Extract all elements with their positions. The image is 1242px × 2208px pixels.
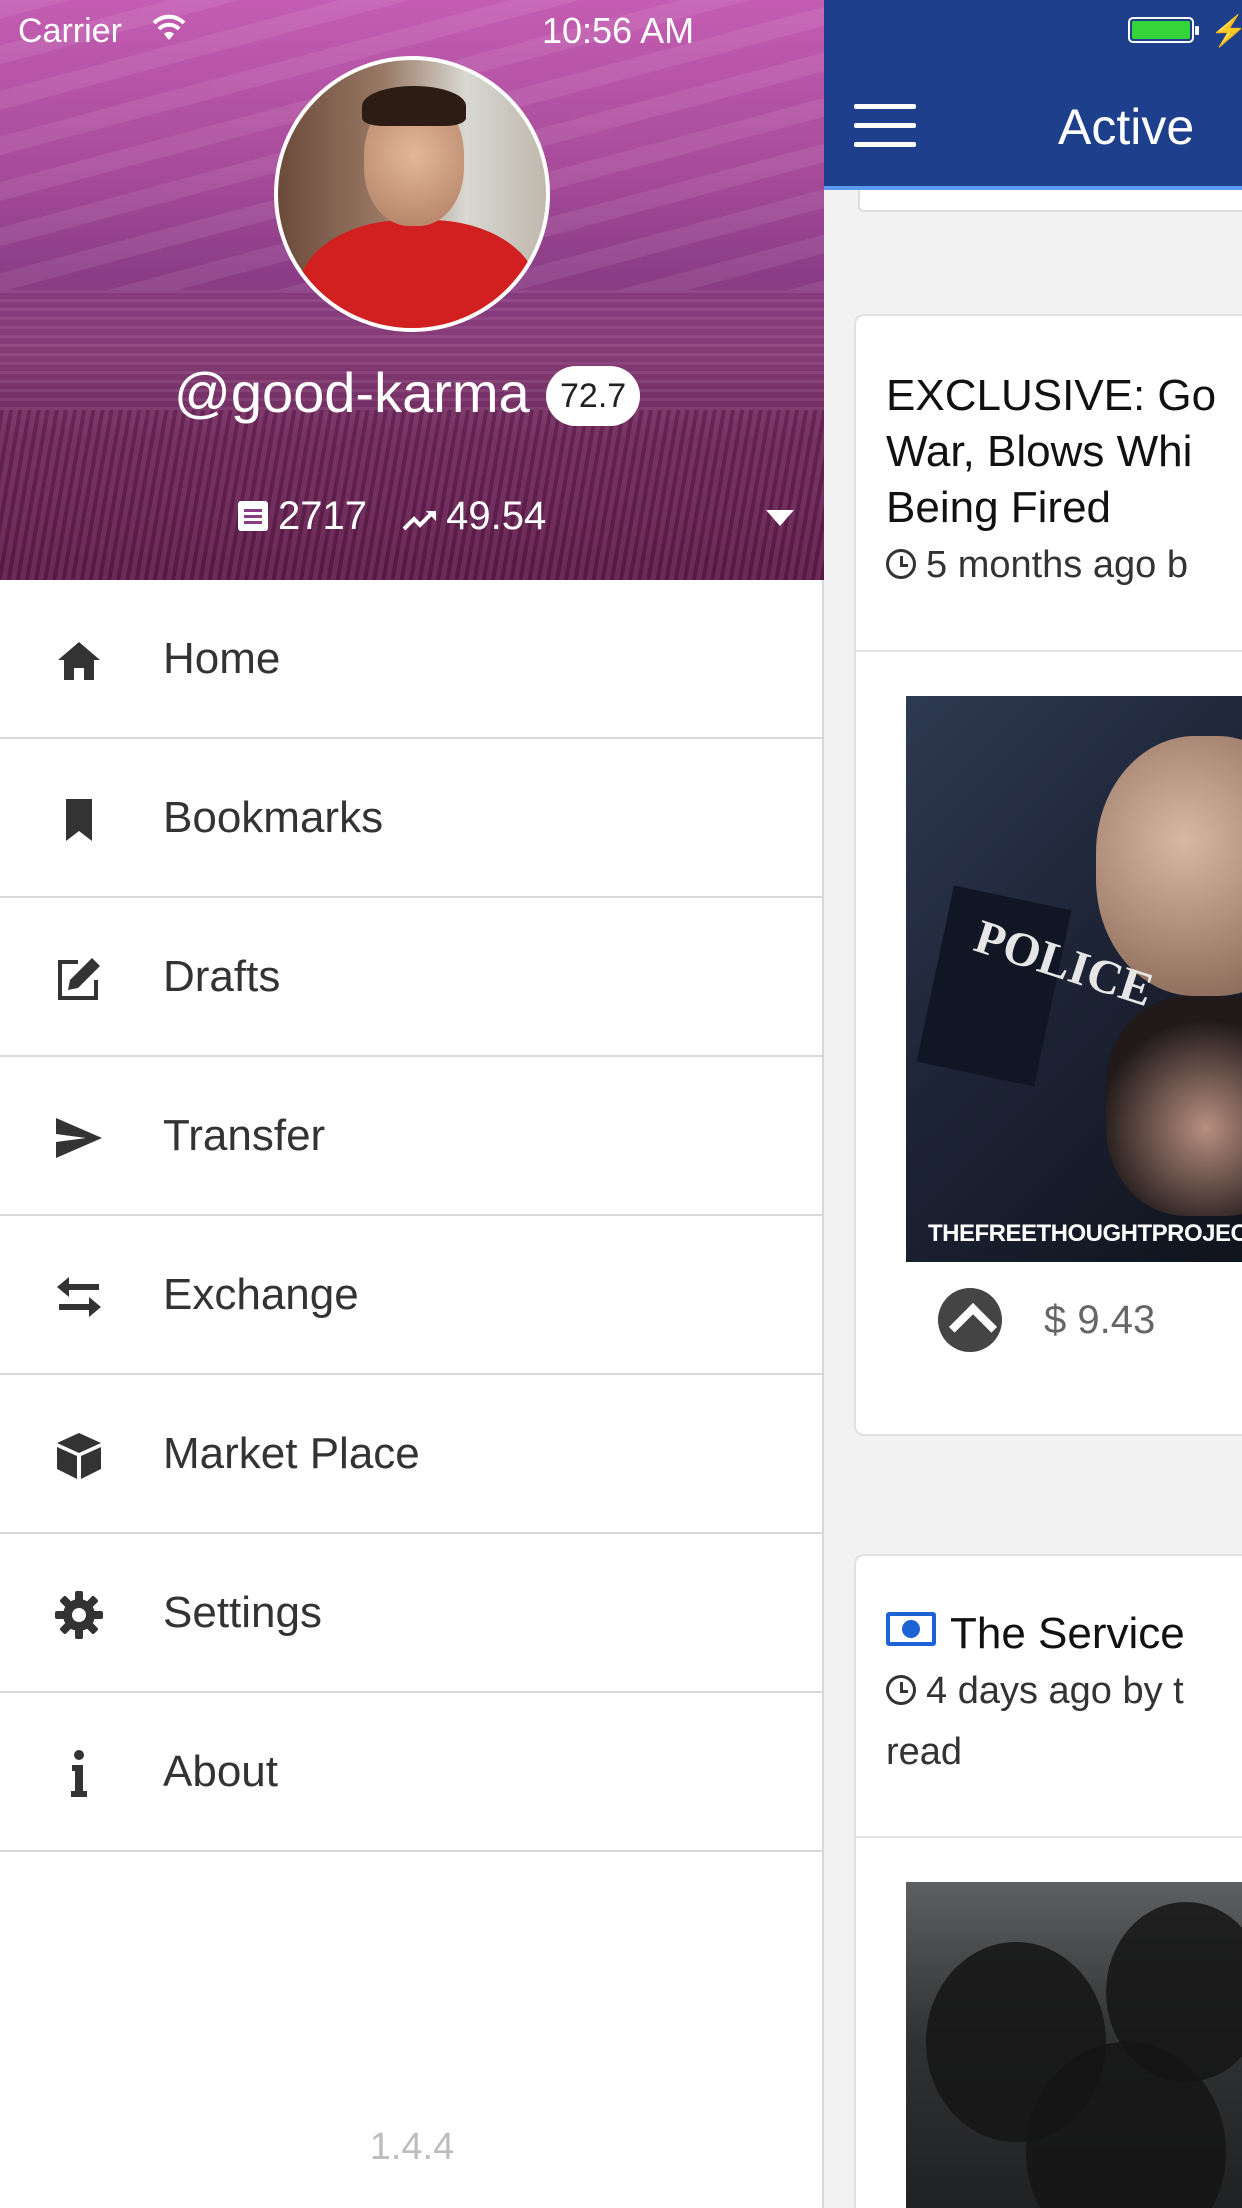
clock-icon <box>886 549 916 579</box>
post-title-line[interactable]: War, Blows Whi <box>886 424 1242 480</box>
previous-card-edge <box>858 190 1242 212</box>
divider <box>856 650 1242 652</box>
reputation-badge: 72.7 <box>546 366 641 426</box>
post-title-line[interactable]: Being Fired <box>886 480 1242 536</box>
payout-value[interactable]: $ 9.43 <box>1044 1298 1155 1343</box>
battery-icon <box>1128 17 1199 43</box>
menu-item-exchange[interactable]: Exchange <box>0 1216 824 1375</box>
menu-label: Drafts <box>163 952 281 1001</box>
send-icon <box>52 1111 106 1165</box>
drawer-menu: Home Bookmarks Drafts Transfer Exchange <box>0 580 824 1852</box>
menu-item-settings[interactable]: Settings <box>0 1534 824 1693</box>
app-version: 1.4.4 <box>369 2126 455 2168</box>
profile-stats: 2717 49.54 <box>238 494 546 539</box>
info-icon <box>52 1747 106 1801</box>
post-time: 4 days ago by t <box>926 1670 1184 1712</box>
post-meta-line: read <box>886 1731 963 1773</box>
upvote-button[interactable] <box>938 1288 1002 1352</box>
voting-power: 49.54 <box>446 494 547 538</box>
status-bar: Carrier 10:56 AM <box>0 0 824 60</box>
feed-title: Active <box>1058 99 1195 155</box>
post-meta: 5 months ago b <box>886 544 1242 587</box>
menu-label: Exchange <box>163 1270 359 1319</box>
menu-item-home[interactable]: Home <box>0 580 824 739</box>
wifi-icon <box>152 14 186 40</box>
exchange-icon <box>52 1270 106 1324</box>
status-bar-right: ⚡ <box>824 0 1242 60</box>
divider <box>856 1836 1242 1838</box>
menu-label: Market Place <box>163 1429 420 1478</box>
app-bar: ⚡ Active <box>824 0 1242 190</box>
menu-item-market-place[interactable]: Market Place <box>0 1375 824 1534</box>
post-time: 5 months ago b <box>926 544 1188 586</box>
post-image[interactable] <box>906 1882 1242 2208</box>
home-icon <box>52 634 106 688</box>
post-image[interactable]: POLICE THEFREETHOUGHTPROJECT <box>906 696 1242 1262</box>
post-count: 2717 <box>278 494 367 538</box>
edit-icon <box>52 952 106 1006</box>
menu-label: About <box>163 1747 278 1796</box>
menu-item-drafts[interactable]: Drafts <box>0 898 824 1057</box>
post-title-line[interactable]: EXCLUSIVE: Go <box>886 368 1242 424</box>
menu-item-bookmarks[interactable]: Bookmarks <box>0 739 824 898</box>
menu-item-transfer[interactable]: Transfer <box>0 1057 824 1216</box>
navigation-drawer: Carrier 10:56 AM @good-karma 72.7 2717 4… <box>0 0 824 2208</box>
profile-header: Carrier 10:56 AM @good-karma 72.7 2717 4… <box>0 0 824 580</box>
main-feed: ⚡ Active EXCLUSIVE: Go War, Blows Whi Be… <box>824 0 1242 2208</box>
avatar[interactable] <box>274 56 550 332</box>
clock-icon <box>886 1675 916 1705</box>
post-card[interactable]: The Service 4 days ago by t read <box>854 1554 1242 2208</box>
post-card[interactable]: EXCLUSIVE: Go War, Blows Whi Being Fired… <box>854 314 1242 1436</box>
menu-label: Bookmarks <box>163 793 384 842</box>
gear-icon <box>52 1588 106 1642</box>
hamburger-menu-button[interactable] <box>854 104 916 148</box>
charging-icon: ⚡ <box>1210 15 1242 48</box>
menu-label: Home <box>163 634 281 683</box>
post-title[interactable]: The Service <box>886 1606 1242 1662</box>
image-caption: THEFREETHOUGHTPROJECT <box>928 1220 1242 1247</box>
carrier-label: Carrier <box>18 12 122 50</box>
account-dropdown-icon[interactable] <box>766 510 794 526</box>
post-meta: 4 days ago by t <box>886 1670 1242 1713</box>
menu-label: Settings <box>163 1588 322 1637</box>
bookmark-icon <box>52 793 106 847</box>
post-count-icon <box>238 501 268 531</box>
menu-label: Transfer <box>163 1111 326 1160</box>
menu-item-about[interactable]: About <box>0 1693 824 1852</box>
clock-time: 10:56 AM <box>542 10 695 51</box>
trending-up-icon <box>402 511 437 531</box>
money-icon <box>886 1612 936 1646</box>
cube-icon <box>52 1429 106 1483</box>
username: @good-karma <box>174 361 530 424</box>
